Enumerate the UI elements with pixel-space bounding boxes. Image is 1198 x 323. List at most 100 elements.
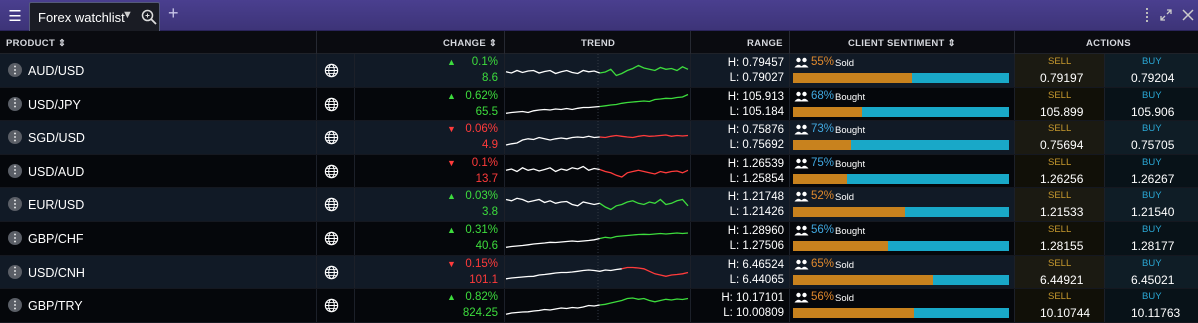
globe-icon[interactable]	[324, 298, 339, 313]
more-info-icon[interactable]: ⋮	[8, 163, 22, 178]
product-name[interactable]: SGD/USD	[28, 131, 85, 145]
sell-label[interactable]: SELL	[1048, 157, 1071, 168]
column-header-change[interactable]: CHANGE ⇕	[443, 38, 497, 49]
product-name[interactable]: USD/CNH	[28, 266, 85, 280]
plus-icon[interactable]: +	[168, 3, 179, 24]
range-low: L: 6.44065	[729, 273, 784, 286]
watchlist-row[interactable]: ⋮ USD/CNH ▼ 0.15% 101.1 H: 6.46524 L: 6.…	[0, 255, 1198, 290]
column-header-product[interactable]: PRODUCT ⇕	[6, 38, 66, 49]
watchlist-row[interactable]: ⋮ GBP/TRY ▲ 0.82% 824.25 H: 10.17101 L: …	[0, 289, 1198, 323]
sell-label[interactable]: SELL	[1048, 258, 1071, 269]
sell-label[interactable]: SELL	[1048, 224, 1071, 235]
trend-sparkline	[505, 87, 689, 121]
arrow-up-icon: ▲	[447, 292, 456, 303]
sell-price-button[interactable]: 105.899	[1040, 105, 1083, 119]
globe-icon[interactable]	[324, 63, 339, 78]
sell-price-button[interactable]: 0.75694	[1040, 138, 1083, 152]
buy-label[interactable]: BUY	[1142, 157, 1162, 168]
people-icon	[794, 225, 809, 236]
sell-label[interactable]: SELL	[1048, 56, 1071, 67]
buy-label[interactable]: BUY	[1142, 258, 1162, 269]
range-low: L: 1.21426	[729, 206, 784, 219]
tab-forex-watchlist[interactable]: Forex watchlist ▼	[29, 2, 160, 31]
buy-price-button[interactable]: 1.28177	[1131, 239, 1174, 253]
watchlist-row[interactable]: ⋮ GBP/CHF ▲ 0.31% 40.6 H: 1.28960 L: 1.2…	[0, 222, 1198, 256]
search-icon[interactable]	[140, 8, 158, 26]
product-name[interactable]: GBP/CHF	[28, 232, 84, 246]
more-info-icon[interactable]: ⋮	[8, 130, 22, 145]
buy-price-button[interactable]: 105.906	[1131, 105, 1174, 119]
more-info-icon[interactable]: ⋮	[8, 264, 22, 279]
product-name[interactable]: USD/AUD	[28, 165, 84, 179]
sell-label[interactable]: SELL	[1048, 123, 1071, 134]
sell-label[interactable]: SELL	[1048, 291, 1071, 302]
sentiment-bar-sell-fill	[793, 308, 914, 319]
sentiment-bar-sell-fill	[793, 241, 889, 251]
globe-icon[interactable]	[324, 97, 339, 112]
buy-price-button[interactable]: 6.45021	[1131, 273, 1174, 287]
watchlist-row[interactable]: ⋮ AUD/USD ▲ 0.1% 8.6 H: 0.79457 L: 0.790…	[0, 54, 1198, 88]
trend-sparkline	[505, 54, 689, 87]
globe-icon[interactable]	[324, 231, 339, 246]
watchlist-row[interactable]: ⋮ USD/AUD ▼ 0.1% 13.7 H: 1.26539 L: 1.25…	[0, 154, 1198, 189]
change-percent: 0.82%	[465, 291, 498, 304]
sell-price-button[interactable]: 1.26256	[1040, 172, 1083, 186]
window-titlebar: ☰ Forex watchlist ▼ +	[0, 0, 1198, 31]
change-points: 65.5	[475, 105, 498, 118]
change-percent: 0.1%	[471, 156, 498, 169]
buy-label[interactable]: BUY	[1142, 224, 1162, 235]
arrow-down-icon: ▼	[447, 124, 456, 135]
more-info-icon[interactable]: ⋮	[8, 298, 22, 313]
product-name[interactable]: AUD/USD	[28, 64, 84, 78]
expand-icon[interactable]	[1158, 7, 1174, 23]
close-icon[interactable]	[1180, 7, 1196, 23]
change-points: 3.8	[482, 206, 498, 219]
range-low: L: 1.27506	[729, 240, 784, 252]
buy-price-button[interactable]: 1.26267	[1131, 172, 1174, 186]
globe-icon[interactable]	[324, 130, 339, 145]
more-vertical-icon[interactable]	[1143, 7, 1151, 25]
buy-label[interactable]: BUY	[1142, 190, 1162, 201]
people-icon	[794, 57, 809, 68]
more-info-icon[interactable]: ⋮	[8, 231, 22, 245]
sell-price-button[interactable]: 6.44921	[1040, 273, 1083, 287]
sentiment-bar	[793, 308, 1009, 319]
buy-label[interactable]: BUY	[1142, 291, 1162, 302]
buy-label[interactable]: BUY	[1142, 56, 1162, 67]
sell-price-button[interactable]: 1.28155	[1040, 239, 1083, 253]
more-info-icon[interactable]: ⋮	[8, 96, 22, 111]
sell-label[interactable]: SELL	[1048, 190, 1071, 201]
watchlist-row[interactable]: ⋮ EUR/USD ▲ 0.03% 3.8 H: 1.21748 L: 1.21…	[0, 188, 1198, 222]
globe-icon[interactable]	[324, 197, 339, 212]
sell-price-button[interactable]: 10.10744	[1040, 306, 1090, 320]
range-low: L: 1.25854	[729, 172, 784, 185]
range-high: H: 1.21748	[727, 191, 784, 204]
sentiment-direction: Bought	[835, 158, 866, 170]
sell-price-button[interactable]: 0.79197	[1040, 71, 1083, 85]
trend-sparkline	[505, 154, 689, 188]
column-header-actions: ACTIONS	[1086, 38, 1131, 49]
sentiment-bar	[793, 274, 1009, 285]
product-name[interactable]: GBP/TRY	[28, 299, 83, 313]
product-name[interactable]: USD/JPY	[28, 98, 81, 112]
buy-price-button[interactable]: 10.11763	[1131, 306, 1180, 320]
column-header-client-sentiment[interactable]: CLIENT SENTIMENT ⇕	[848, 38, 956, 49]
chevron-down-icon[interactable]: ▼	[122, 9, 133, 21]
watchlist-row[interactable]: ⋮ USD/JPY ▲ 0.62% 65.5 H: 105.913 L: 105…	[0, 87, 1198, 122]
more-info-icon[interactable]: ⋮	[8, 63, 22, 77]
sell-price-button[interactable]: 1.21533	[1040, 205, 1083, 219]
range-high: H: 0.75876	[727, 124, 784, 137]
buy-label[interactable]: BUY	[1142, 123, 1162, 134]
buy-label[interactable]: BUY	[1142, 90, 1162, 101]
globe-icon[interactable]	[324, 265, 339, 280]
more-info-icon[interactable]: ⋮	[8, 197, 22, 212]
hamburger-icon[interactable]: ☰	[4, 4, 26, 27]
product-name[interactable]: EUR/USD	[28, 198, 84, 212]
buy-price-button[interactable]: 0.79204	[1131, 71, 1174, 85]
buy-price-button[interactable]: 1.21540	[1131, 205, 1174, 219]
change-percent: 0.06%	[465, 123, 498, 136]
watchlist-row[interactable]: ⋮ SGD/USD ▼ 0.06% 4.9 H: 0.75876 L: 0.75…	[0, 121, 1198, 155]
sell-label[interactable]: SELL	[1048, 90, 1071, 101]
globe-icon[interactable]	[324, 164, 339, 179]
buy-price-button[interactable]: 0.75705	[1131, 138, 1174, 152]
